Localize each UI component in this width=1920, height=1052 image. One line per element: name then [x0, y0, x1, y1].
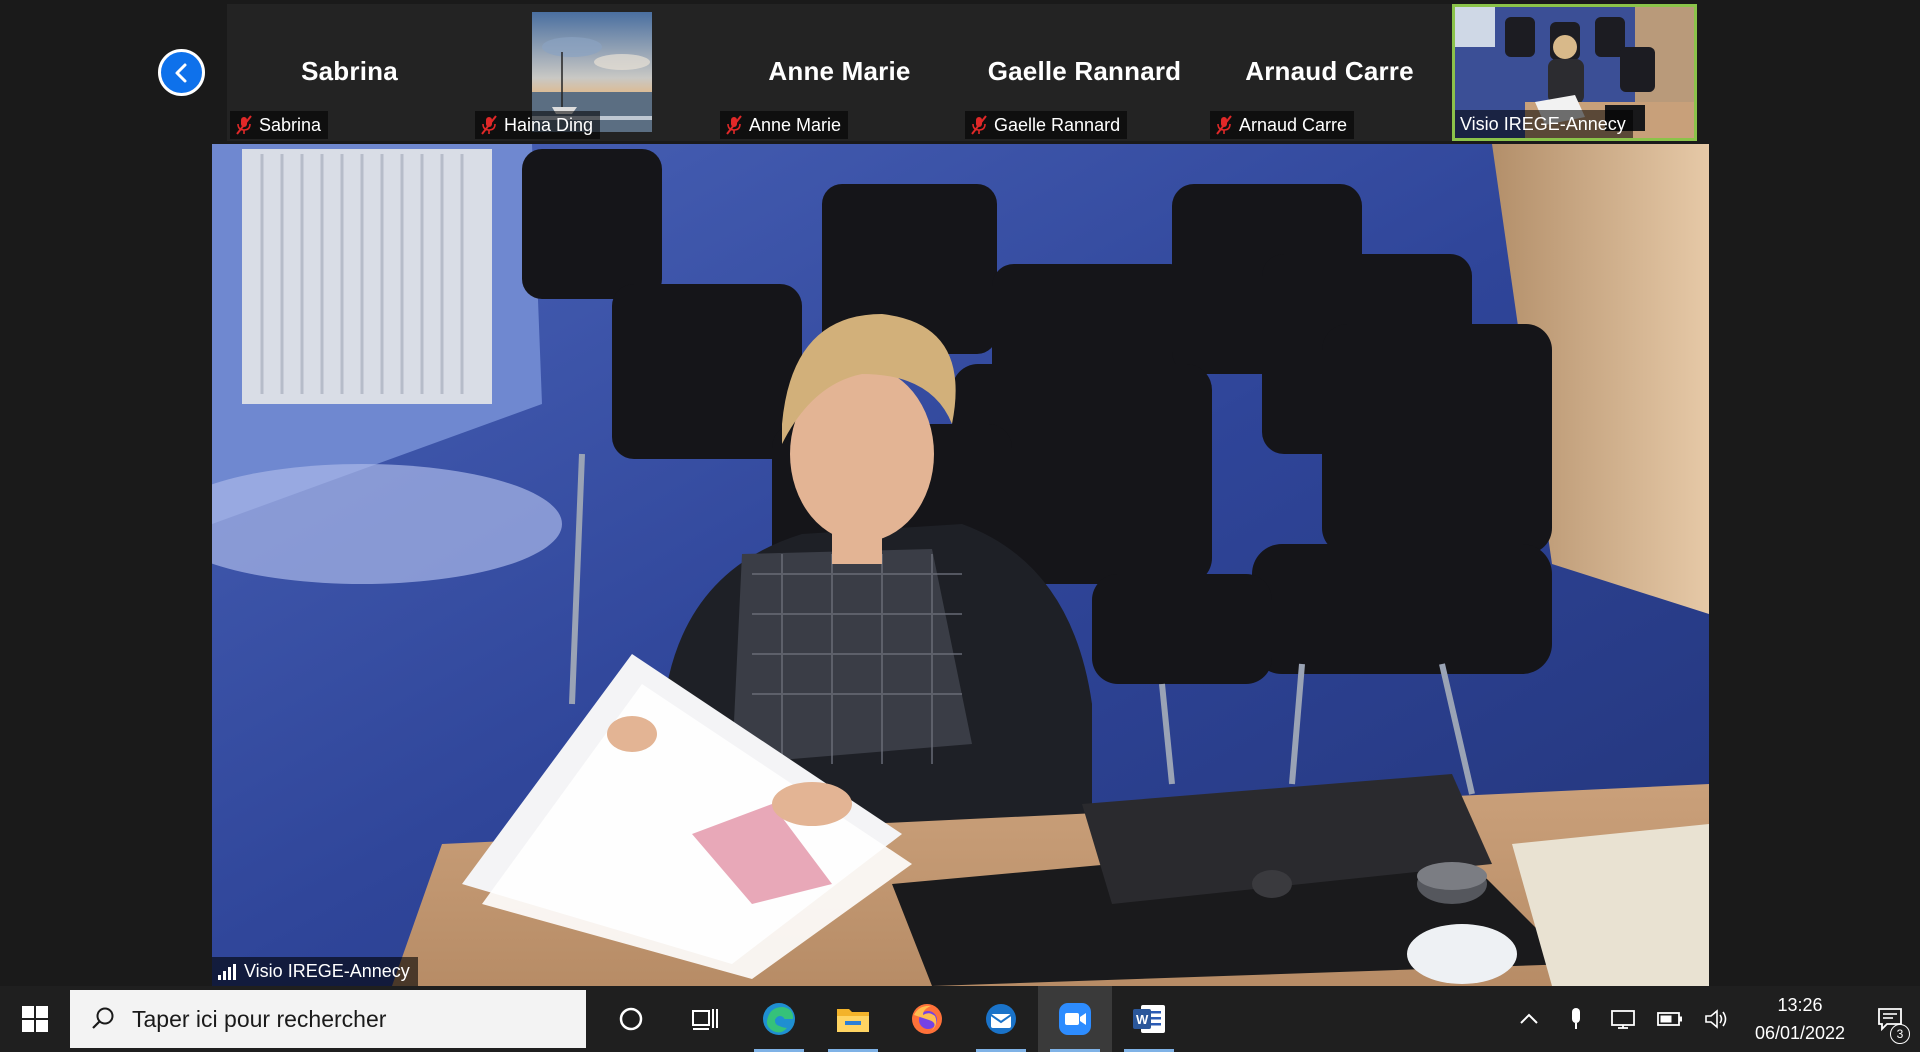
taskbar-app-zoom[interactable] [1038, 986, 1112, 1052]
windows-logo-icon [22, 1006, 48, 1032]
mic-muted-icon [971, 115, 987, 135]
zoom-icon [1059, 1003, 1091, 1035]
task-view-icon [692, 1009, 718, 1030]
file-explorer-icon [837, 1009, 869, 1032]
participant-label-text: Visio IREGE-Annecy [1460, 113, 1626, 134]
firefox-icon [912, 1004, 942, 1034]
participant-label: Visio IREGE-Annecy [1455, 110, 1633, 138]
cortana-button[interactable] [594, 986, 668, 1052]
participant-label: Arnaud Carre [1210, 111, 1355, 139]
main-speaker-video[interactable]: Visio IREGE-Annecy [212, 144, 1709, 986]
notification-count-badge: 3 [1890, 1024, 1910, 1044]
taskbar-app-thunderbird[interactable] [964, 986, 1038, 1052]
cortana-icon [619, 1007, 643, 1031]
chevron-left-icon [175, 63, 186, 82]
speaker-video-scene [212, 144, 1709, 986]
microphone-icon [1571, 1008, 1580, 1029]
participant-name-large: Arnaud Carre [1245, 56, 1414, 86]
edge-icon [763, 1003, 795, 1035]
task-view-button[interactable] [668, 986, 742, 1052]
participant-tile[interactable]: Sabrina Sabrina [227, 4, 472, 141]
thunderbird-icon [986, 1004, 1016, 1034]
mic-muted-icon [726, 115, 742, 135]
microphone-tray-button[interactable] [1552, 986, 1599, 1052]
clock-date: 06/01/2022 [1754, 1023, 1846, 1043]
clock-time: 13:26 [1777, 995, 1823, 1015]
participant-tile[interactable]: Gaelle Rannard Gaelle Rannard [962, 4, 1207, 141]
connection-signal-icon [218, 963, 236, 980]
taskbar-app-word[interactable]: W [1112, 986, 1186, 1052]
main-speaker-label-text: Visio IREGE-Annecy [244, 961, 410, 981]
network-tray-button[interactable] [1599, 986, 1646, 1052]
participant-name-large: Anne Marie [768, 56, 911, 86]
taskbar-clock[interactable]: 13:26 06/01/2022 [1740, 991, 1860, 1047]
search-icon [92, 1007, 114, 1029]
participant-label-text: Gaelle Rannard [994, 114, 1121, 135]
battery-icon [1656, 1012, 1682, 1026]
volume-icon [1704, 1009, 1726, 1029]
participant-name-large: Sabrina [301, 56, 398, 86]
word-icon: W [1133, 1005, 1165, 1033]
participant-strip: Sabrina Sabrina Haina Ding Anne Marie An… [227, 4, 1697, 141]
participant-label: Sabrina [230, 111, 329, 139]
search-placeholder: Taper ici pour rechercher [132, 1005, 387, 1032]
start-button[interactable] [0, 986, 70, 1052]
participant-label-text: Anne Marie [749, 114, 842, 135]
battery-tray-button[interactable] [1646, 986, 1693, 1052]
system-tray: 13:26 06/01/2022 3 [1505, 986, 1920, 1052]
mic-muted-icon [236, 115, 252, 135]
windows-taskbar: Taper ici pour rechercher W 13:26 06/01/… [0, 986, 1920, 1052]
taskbar-app-file-explorer[interactable] [816, 986, 890, 1052]
participant-label: Anne Marie [720, 111, 849, 139]
participant-name-large: Gaelle Rannard [987, 56, 1182, 86]
mic-muted-icon [481, 115, 497, 135]
participant-label-text: Sabrina [259, 114, 322, 135]
participant-label-text: Arnaud Carre [1239, 114, 1348, 135]
hide-thumbnails-button[interactable] [158, 49, 205, 96]
main-speaker-label: Visio IREGE-Annecy [212, 957, 418, 986]
taskbar-app-edge[interactable] [742, 986, 816, 1052]
zoom-meeting-window: Sabrina Sabrina Haina Ding Anne Marie An… [0, 0, 1920, 1052]
taskbar-search-box[interactable]: Taper ici pour rechercher [70, 990, 586, 1048]
chevron-up-icon [1519, 1013, 1538, 1024]
participant-label: Gaelle Rannard [965, 111, 1128, 139]
participant-label: Haina Ding [475, 111, 601, 139]
participant-tile-active[interactable]: Visio IREGE-Annecy [1452, 4, 1697, 141]
taskbar-app-firefox[interactable] [890, 986, 964, 1052]
participant-tile[interactable]: Haina Ding [472, 4, 717, 141]
mic-muted-icon [1216, 115, 1232, 135]
svg-text:W: W [1136, 1012, 1149, 1027]
participant-tile[interactable]: Arnaud Carre Arnaud Carre [1207, 4, 1452, 141]
show-hidden-icons-button[interactable] [1505, 986, 1552, 1052]
volume-tray-button[interactable] [1693, 986, 1740, 1052]
action-center-button[interactable]: 3 [1860, 986, 1920, 1052]
participant-label-text: Haina Ding [504, 114, 594, 135]
network-icon [1610, 1010, 1635, 1029]
participant-tile[interactable]: Anne Marie Anne Marie [717, 4, 962, 141]
